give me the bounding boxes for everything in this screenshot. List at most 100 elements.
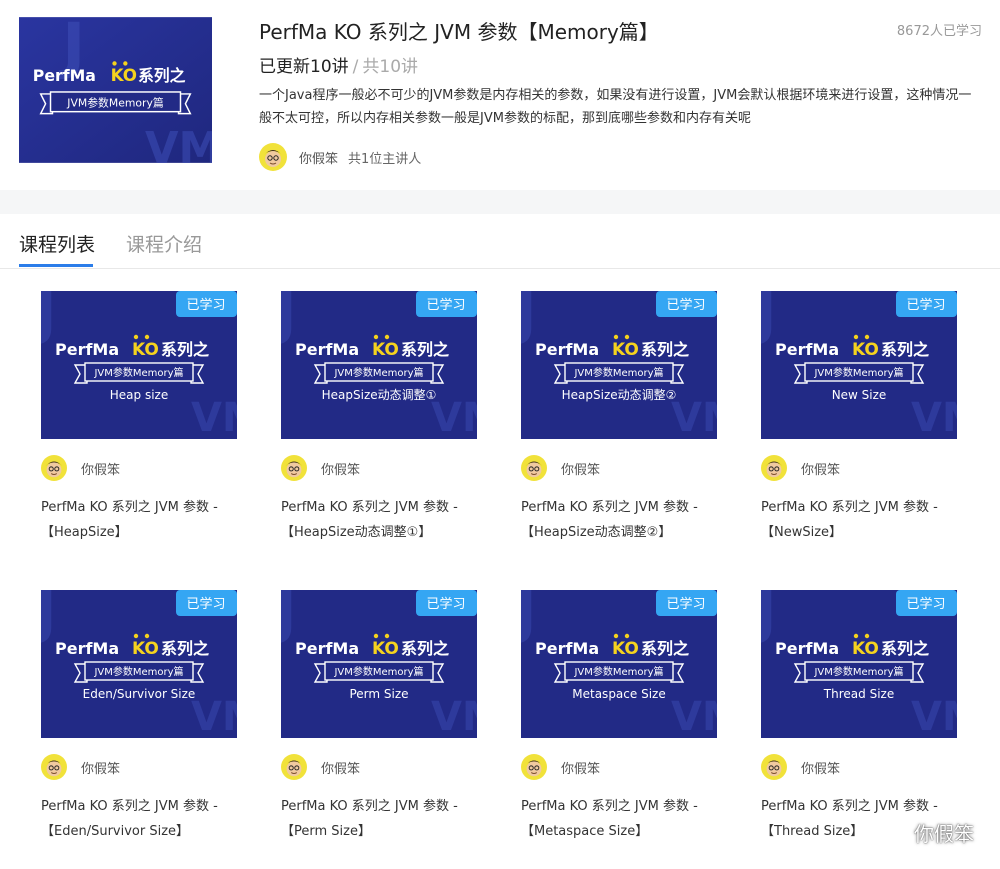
- avatar[interactable]: [761, 754, 787, 780]
- avatar[interactable]: [281, 455, 307, 481]
- thumbnail-brand-dot: [613, 633, 619, 639]
- lesson-title-line: PerfMa KO 系列之 JVM 参数 -: [41, 500, 218, 515]
- thumbnail-subtitle: Eden/Survivor Size: [83, 687, 196, 701]
- thumbnail-ribbon-text: JVM参数Memory篇: [813, 665, 903, 678]
- lesson-title-line: PerfMa KO 系列之 JVM 参数 -: [521, 799, 698, 814]
- avatar[interactable]: [761, 455, 787, 481]
- watermark-text: 你假笨: [914, 822, 974, 846]
- lesson-thumbnail[interactable]: J VM 已学习 PerfMa KO 系列之 JVM参数Memory篇 Heap…: [41, 291, 237, 439]
- thumbnail-deco-letter: J: [41, 291, 57, 347]
- thumbnail-brand-left: PerfMa: [775, 639, 839, 658]
- thumbnail-brand-dot: [373, 633, 379, 639]
- thumbnail-brand-right: 系列之: [401, 639, 449, 658]
- thumbnail-subtitle: New Size: [832, 388, 887, 402]
- thumbnail-ribbon-text: JVM参数Memory篇: [333, 665, 423, 678]
- avatar[interactable]: [521, 754, 547, 780]
- thumbnail-deco-letter: VM: [431, 694, 477, 738]
- author-name[interactable]: 你假笨: [81, 459, 120, 478]
- host-name[interactable]: 你假笨: [299, 148, 338, 167]
- thumbnail-deco-letter: VM: [191, 694, 237, 738]
- lesson-title[interactable]: PerfMa KO 系列之 JVM 参数 - 【HeapSize动态调整①】: [281, 495, 481, 545]
- lesson-thumbnail[interactable]: J VM 已学习 PerfMa KO 系列之 JVM参数Memory篇 Heap…: [521, 291, 717, 439]
- host-info: 你假笨 共1位主讲人: [259, 143, 421, 171]
- thumbnail-deco-letter: J: [521, 291, 537, 347]
- lesson-thumbnail[interactable]: J VM 已学习 PerfMa KO 系列之 JVM参数Memory篇 Eden…: [41, 590, 237, 738]
- author-name[interactable]: 你假笨: [801, 758, 840, 777]
- thumbnail-brand-dot: [624, 334, 630, 340]
- host-count: 共1位主讲人: [348, 151, 422, 167]
- thumbnail-brand-ko: KO: [372, 639, 399, 659]
- lesson-author: 你假笨: [281, 754, 360, 780]
- thumbnail-brand-left: PerfMa: [55, 639, 119, 658]
- cover-brand-right: 系列之: [138, 66, 185, 85]
- thumbnail-brand-left: PerfMa: [775, 340, 839, 359]
- thumbnail-brand-dot: [864, 334, 870, 340]
- tab-course-list[interactable]: 课程列表: [19, 230, 95, 257]
- lesson-author: 你假笨: [761, 754, 840, 780]
- lesson-title-line: 【HeapSize动态调整①】: [281, 525, 432, 540]
- avatar[interactable]: [281, 754, 307, 780]
- lesson-thumbnail[interactable]: J VM 已学习 PerfMa KO 系列之 JVM参数Memory篇 Thre…: [761, 590, 957, 738]
- thumbnail-subtitle: HeapSize动态调整②: [562, 387, 677, 402]
- thumbnail-brand-ko: KO: [852, 639, 879, 659]
- thumbnail-subtitle: Perm Size: [349, 687, 408, 701]
- separator: /: [352, 57, 359, 77]
- thumbnail-subtitle: Heap size: [110, 388, 168, 402]
- thumbnail-ribbon-text: JVM参数Memory篇: [333, 366, 423, 379]
- lesson-thumbnail[interactable]: J VM 已学习 PerfMa KO 系列之 JVM参数Memory篇 Heap…: [281, 291, 477, 439]
- lesson-title-line: 【Metaspace Size】: [521, 824, 649, 839]
- thumbnail-ribbon-text: JVM参数Memory篇: [93, 366, 183, 379]
- thumbnail-subtitle: Metaspace Size: [572, 687, 665, 701]
- tab-course-intro[interactable]: 课程介绍: [126, 230, 202, 257]
- thumbnail-ribbon-text: JVM参数Memory篇: [813, 366, 903, 379]
- lesson-title[interactable]: PerfMa KO 系列之 JVM 参数 - 【Eden/Survivor Si…: [41, 794, 241, 844]
- course-cover-image[interactable]: J VM PerfMa KO 系列之 JVM参数Memory篇: [19, 16, 212, 164]
- author-name[interactable]: 你假笨: [81, 758, 120, 777]
- avatar[interactable]: [41, 455, 67, 481]
- lesson-title[interactable]: PerfMa KO 系列之 JVM 参数 - 【HeapSize】: [41, 495, 241, 545]
- thumbnail-brand-right: 系列之: [881, 340, 929, 359]
- lesson-thumbnail[interactable]: J VM 已学习 PerfMa KO 系列之 JVM参数Memory篇 Perm…: [281, 590, 477, 738]
- author-name[interactable]: 你假笨: [321, 459, 360, 478]
- watermark: 你假笨: [874, 818, 974, 847]
- thumbnail-brand-right: 系列之: [161, 340, 209, 359]
- thumbnail-deco-letter: J: [761, 291, 777, 347]
- lesson-title[interactable]: PerfMa KO 系列之 JVM 参数 - 【HeapSize动态调整②】: [521, 495, 721, 545]
- thumbnail-brand-right: 系列之: [641, 639, 689, 658]
- learned-badge: 已学习: [426, 297, 465, 313]
- thumbnail-brand-ko: KO: [612, 639, 639, 659]
- author-name[interactable]: 你假笨: [561, 758, 600, 777]
- avatar[interactable]: [259, 143, 287, 171]
- thumbnail-brand-left: PerfMa: [535, 340, 599, 359]
- thumbnail-brand-left: PerfMa: [295, 340, 359, 359]
- lesson-title[interactable]: PerfMa KO 系列之 JVM 参数 - 【NewSize】: [761, 495, 961, 545]
- thumbnail-brand-dot: [133, 633, 139, 639]
- lesson-thumbnail[interactable]: J VM 已学习 PerfMa KO 系列之 JVM参数Memory篇 New …: [761, 291, 957, 439]
- thumbnail-brand-dot: [864, 633, 870, 639]
- lesson-thumbnail[interactable]: J VM 已学习 PerfMa KO 系列之 JVM参数Memory篇 Meta…: [521, 590, 717, 738]
- course-header: J VM PerfMa KO 系列之 JVM参数Memory篇 PerfMa K…: [0, 0, 1000, 190]
- thumbnail-brand-left: PerfMa: [55, 340, 119, 359]
- course-title: PerfMa KO 系列之 JVM 参数【Memory篇】: [259, 20, 659, 44]
- thumbnail-brand-dot: [133, 334, 139, 340]
- learned-badge: 已学习: [426, 596, 465, 612]
- lesson-title-line: PerfMa KO 系列之 JVM 参数 -: [761, 500, 938, 515]
- author-name[interactable]: 你假笨: [801, 459, 840, 478]
- avatar[interactable]: [41, 754, 67, 780]
- thumbnail-brand-dot: [373, 334, 379, 340]
- lesson-title-line: 【Eden/Survivor Size】: [41, 824, 190, 839]
- lesson-author: 你假笨: [521, 455, 600, 481]
- learned-badge: 已学习: [906, 297, 945, 313]
- author-name[interactable]: 你假笨: [561, 459, 600, 478]
- lesson-title[interactable]: PerfMa KO 系列之 JVM 参数 - 【Perm Size】: [281, 794, 481, 844]
- lesson-title-line: 【Perm Size】: [281, 824, 371, 839]
- lesson-author: 你假笨: [41, 754, 120, 780]
- thumbnail-brand-ko: KO: [612, 340, 639, 360]
- avatar[interactable]: [521, 455, 547, 481]
- lesson-title-line: PerfMa KO 系列之 JVM 参数 -: [281, 799, 458, 814]
- thumbnail-brand-right: 系列之: [161, 639, 209, 658]
- author-name[interactable]: 你假笨: [321, 758, 360, 777]
- cover-deco-letter: VM: [145, 124, 212, 164]
- lesson-title[interactable]: PerfMa KO 系列之 JVM 参数 - 【Metaspace Size】: [521, 794, 721, 844]
- thumbnail-deco-letter: J: [281, 291, 297, 347]
